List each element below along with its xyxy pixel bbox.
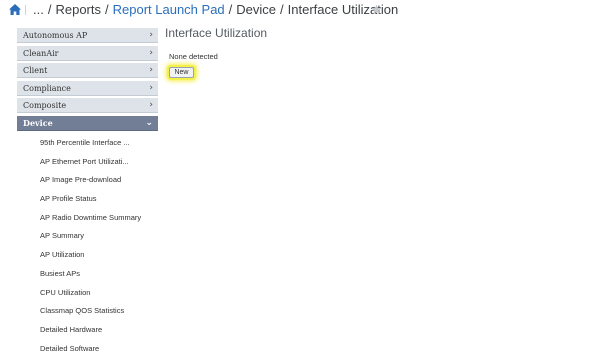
report-link-ap-summary[interactable]: AP Summary [40, 230, 141, 249]
sidebar-item-label: CleanAir [23, 48, 59, 58]
sidebar-item-label: Client [23, 66, 48, 76]
sidebar-item-client[interactable]: Client › [17, 63, 158, 79]
breadcrumb-item-report-launch-pad[interactable]: Report Launch Pad [113, 2, 225, 17]
sidebar-item-composite[interactable]: Composite › [17, 98, 158, 114]
breadcrumb-item-device: Device [236, 2, 277, 17]
chevron-right-icon: › [149, 47, 153, 58]
report-link-busiest-aps[interactable]: Busiest APs [40, 268, 141, 287]
breadcrumb-item-reports[interactable]: Reports [55, 2, 101, 17]
home-icon[interactable] [9, 4, 21, 15]
sidebar-item-autonomous-ap[interactable]: Autonomous AP › [17, 28, 158, 43]
new-report-button[interactable]: New [169, 67, 194, 78]
sidebar-item-cleanair[interactable]: CleanAir › [17, 45, 158, 61]
empty-state-text: None detected [169, 52, 218, 61]
sidebar-item-compliance[interactable]: Compliance › [17, 80, 158, 96]
sidebar-item-device[interactable]: Device ⌄ [17, 115, 158, 131]
breadcrumb-divider [25, 5, 26, 15]
report-link-classmap-qos-statistics[interactable]: Classmap QOS Statistics [40, 305, 141, 324]
report-link-detailed-hardware[interactable]: Detailed Hardware [40, 324, 141, 343]
report-link-ap-image-pre-download[interactable]: AP Image Pre-download [40, 174, 141, 193]
report-link-ap-utilization[interactable]: AP Utilization [40, 249, 141, 268]
device-report-list: 95th Percentile Interface ... AP Etherne… [40, 137, 141, 361]
report-link-ap-profile-status[interactable]: AP Profile Status [40, 193, 141, 212]
breadcrumb-separator: / [105, 2, 109, 17]
breadcrumb: ... / Reports / Report Launch Pad / Device / Int… [33, 2, 398, 17]
chevron-right-icon: › [149, 82, 153, 93]
breadcrumb-separator: / [47, 2, 52, 17]
star-icon[interactable] [371, 4, 382, 15]
chevron-right-icon: › [149, 100, 153, 111]
report-category-sidebar: Autonomous AP › CleanAir › Client › Comp… [17, 28, 158, 134]
breadcrumb-bar: ... / Reports / Report Launch Pad / Device / Int… [0, 0, 602, 20]
chevron-right-icon: › [149, 30, 153, 40]
breadcrumb-separator: / [228, 2, 233, 17]
report-link-ap-radio-downtime-summary[interactable]: AP Radio Downtime Summary [40, 212, 141, 231]
report-link-95th-percentile-interface[interactable]: 95th Percentile Interface ... [40, 137, 141, 156]
chevron-down-icon: ⌄ [145, 117, 153, 128]
sidebar-item-label: Compliance [23, 83, 71, 93]
report-link-detailed-software[interactable]: Detailed Software [40, 343, 141, 362]
sidebar-item-label: Device [23, 117, 53, 128]
sidebar-item-label: Composite [23, 101, 67, 111]
sidebar-item-label: Autonomous AP [23, 31, 88, 40]
report-link-cpu-utilization[interactable]: CPU Utilization [40, 287, 141, 306]
breadcrumb-ellipsis[interactable]: ... [33, 2, 44, 17]
page-title: Interface Utilization [165, 26, 268, 40]
breadcrumb-separator: / [280, 2, 284, 17]
chevron-right-icon: › [149, 65, 153, 76]
report-link-ap-ethernet-port-utilization[interactable]: AP Ethernet Port Utilizati... [40, 156, 141, 175]
